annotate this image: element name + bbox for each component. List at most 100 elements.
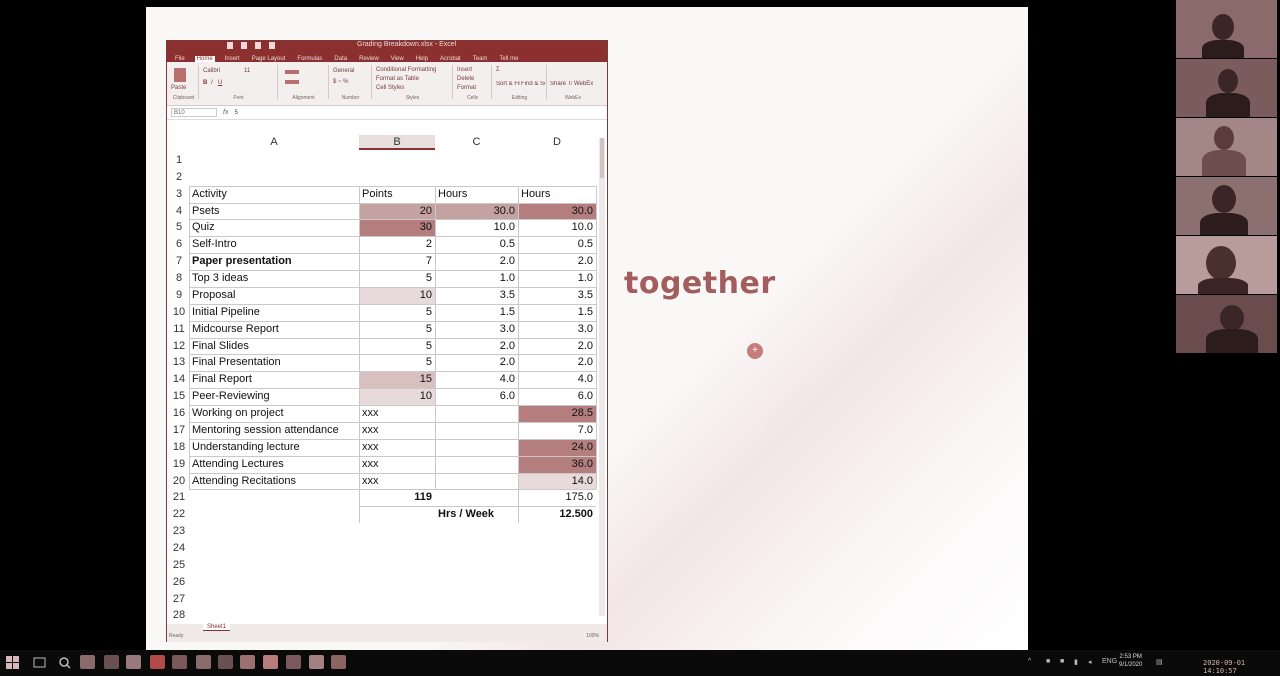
hours-total-cell[interactable]: 1.0 [518, 270, 596, 287]
tray-app-icon[interactable]: ■ [1046, 658, 1050, 665]
points-cell[interactable]: 15 [359, 371, 435, 389]
taskbar-app-icon[interactable] [331, 655, 346, 669]
activity-cell[interactable]: Peer-Reviewing [189, 388, 359, 405]
activity-cell[interactable]: Working on project [189, 405, 359, 422]
points-cell[interactable]: 2 [359, 236, 435, 253]
activity-cell[interactable]: Midcourse Report [189, 321, 359, 338]
find-select-button[interactable]: Find & Select [521, 81, 545, 87]
cells-group[interactable]: Insert Delete Format Cells [454, 65, 492, 101]
undo-icon[interactable] [255, 42, 261, 49]
hours-total-cell[interactable]: 7.0 [518, 422, 596, 439]
formula-input[interactable]: 5 [234, 110, 237, 116]
autosum-icon[interactable]: Σ [496, 67, 500, 73]
activity-cell[interactable]: Mentoring session attendance [189, 422, 359, 439]
format-as-table-button[interactable]: Format as Table [376, 76, 419, 82]
hours-cell[interactable]: 1.0 [435, 270, 518, 287]
windows-start-icon[interactable] [6, 656, 19, 669]
worksheet-grid[interactable]: A B C D 1 2 3 4 5 6 7 8 9 10 11 12 13 14 15 16 17 18 19 20 21 22 2… [167, 132, 607, 624]
row-header[interactable]: 18 [169, 439, 189, 456]
sheet-tab-sheet1[interactable]: Sheet1 [203, 624, 231, 631]
points-cell[interactable]: 5 [359, 321, 435, 338]
points-cell[interactable]: xxx [359, 422, 435, 439]
font-group[interactable]: Calibri 11 B I U Font [200, 65, 278, 101]
hours-total-cell[interactable]: 1.5 [518, 304, 596, 321]
ribbon-tabs[interactable]: File Home Insert Page Layout Formulas Data Rev… [167, 52, 607, 62]
activity-cell[interactable]: Attending Recitations [189, 473, 359, 490]
clipboard-group[interactable]: Paste Clipboard [169, 65, 199, 101]
delete-button[interactable]: Delete [457, 76, 474, 82]
hours-cell[interactable]: 3.0 [435, 321, 518, 338]
hours-total-cell[interactable]: 4.0 [518, 371, 596, 388]
participant-tile[interactable] [1176, 0, 1277, 58]
sheet-tabs-bar[interactable]: Sheet1 [167, 624, 607, 633]
activity-cell[interactable]: Initial Pipeline [189, 304, 359, 321]
hours-cell[interactable]: 0.5 [435, 236, 518, 253]
excel-titlebar[interactable]: Grading Breakdown.xlsx - Excel [167, 41, 607, 52]
points-cell[interactable]: 5 [359, 304, 435, 321]
hours-cell[interactable]: 2.0 [435, 354, 518, 371]
points-cell[interactable]: 5 [359, 270, 435, 287]
sort-filter-button[interactable]: Sort & Filter [496, 81, 520, 87]
zoom-level[interactable]: 100% [586, 633, 599, 639]
font-name-box[interactable]: Calibri [203, 68, 220, 74]
row-header[interactable]: 4 [169, 203, 189, 220]
editing-group[interactable]: Σ Sort & Filter Find & Select Editing [493, 65, 547, 101]
taskbar-app-icon[interactable] [172, 655, 187, 669]
taskbar-app-icon[interactable] [240, 655, 255, 669]
align-lines-icon[interactable] [285, 70, 299, 74]
row-header[interactable]: 15 [169, 388, 189, 405]
participant-tile[interactable] [1176, 177, 1277, 235]
insert-button[interactable]: Insert [457, 67, 472, 73]
vertical-scrollbar[interactable] [599, 138, 605, 616]
row-header[interactable]: 25 [169, 557, 189, 574]
activity-cell[interactable]: Understanding lecture [189, 439, 359, 456]
hours-cell[interactable]: 2.0 [435, 253, 518, 270]
row-header[interactable]: 24 [169, 540, 189, 557]
points-cell[interactable]: 7 [359, 253, 435, 270]
input-language[interactable]: ENG [1102, 658, 1117, 665]
participant-tile[interactable] [1176, 295, 1277, 353]
row-header[interactable]: 13 [169, 354, 189, 371]
points-cell[interactable]: 30 [359, 219, 435, 237]
row-header[interactable]: 14 [169, 371, 189, 388]
hours-total-cell[interactable]: 24.0 [518, 438, 596, 456]
activity-cell[interactable]: Psets [189, 203, 359, 220]
activity-cell[interactable]: Top 3 ideas [189, 270, 359, 287]
conditional-formatting-button[interactable]: Conditional Formatting [376, 67, 436, 73]
hours-cell[interactable]: 3.5 [435, 287, 518, 304]
activity-cell[interactable]: Proposal [189, 287, 359, 304]
hours-total-cell[interactable]: 0.5 [518, 236, 596, 253]
row-header[interactable]: 1 [169, 152, 189, 169]
tray-chevron-icon[interactable]: ^ [1028, 658, 1031, 665]
activity-cell[interactable]: Final Presentation [189, 354, 359, 371]
taskbar-app-icon[interactable] [196, 655, 211, 669]
hours-per-week-value[interactable]: 12.500 [518, 506, 596, 523]
activity-cell[interactable]: Attending Lectures [189, 456, 359, 473]
italic-icon[interactable]: I [211, 80, 213, 86]
activity-cell[interactable]: Quiz [189, 219, 359, 236]
column-header-b[interactable]: B [359, 135, 435, 150]
row-header[interactable]: 10 [169, 304, 189, 321]
activity-cell[interactable]: Final Report [189, 371, 359, 388]
participant-tile[interactable] [1176, 59, 1277, 117]
hours-cell[interactable]: 10.0 [435, 219, 518, 236]
hours-total-cell[interactable]: 14.0 [518, 472, 596, 490]
activity-cell[interactable]: Final Slides [189, 338, 359, 355]
row-header[interactable]: 5 [169, 219, 189, 236]
scroll-thumb[interactable] [600, 138, 604, 178]
activity-cell[interactable]: Self-Intro [189, 236, 359, 253]
autosave-icon[interactable] [227, 42, 233, 49]
search-icon[interactable] [58, 656, 71, 669]
task-view-icon[interactable] [33, 656, 46, 669]
tray-app-icon[interactable]: ■ [1060, 658, 1064, 665]
cell-styles-button[interactable]: Cell Styles [376, 85, 404, 91]
row-header[interactable]: 19 [169, 456, 189, 473]
quick-access-toolbar[interactable] [227, 42, 275, 49]
hours-cell[interactable] [435, 456, 518, 473]
points-cell[interactable]: 20 [359, 202, 435, 220]
underline-icon[interactable]: U [218, 80, 222, 86]
points-cell[interactable]: xxx [359, 473, 435, 490]
hours-cell[interactable] [435, 473, 518, 490]
row-header[interactable]: 21 [169, 489, 189, 506]
fx-icon[interactable]: fx [223, 109, 228, 116]
